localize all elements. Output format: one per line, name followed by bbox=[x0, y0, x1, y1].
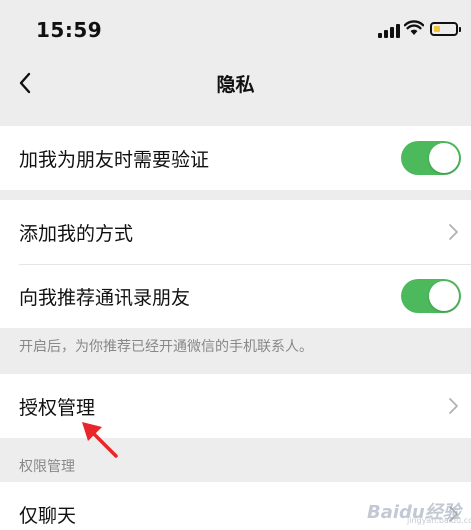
status-time: 15:59 bbox=[36, 18, 103, 42]
setting-row-recommend[interactable]: 向我推荐通讯录朋友 bbox=[0, 264, 471, 328]
settings-group-verify: 加我为朋友时需要验证 bbox=[0, 126, 471, 190]
nav-bar: 隐私 bbox=[0, 58, 471, 110]
signal-icon bbox=[378, 24, 400, 38]
battery-icon bbox=[430, 22, 461, 36]
chevron-right-icon bbox=[449, 224, 458, 240]
chevron-right-icon bbox=[449, 398, 458, 414]
page-title: 隐私 bbox=[216, 74, 255, 96]
toggle-knob bbox=[429, 143, 459, 173]
setting-row-auth[interactable]: 授权管理 bbox=[0, 374, 471, 438]
status-bar: 15:59 bbox=[0, 0, 471, 58]
toggle-knob bbox=[429, 281, 459, 311]
verify-toggle[interactable] bbox=[401, 141, 461, 175]
privacy-settings-screen: 15:59 隐私 加我为朋友时需要验证 添加我的方式 向我推荐通讯录朋友 开启后… bbox=[0, 0, 471, 530]
setting-label-auth: 授权管理 bbox=[19, 396, 96, 419]
wifi-icon bbox=[404, 20, 424, 35]
setting-row-verify[interactable]: 加我为朋友时需要验证 bbox=[0, 126, 471, 190]
settings-group-auth: 授权管理 bbox=[0, 374, 471, 438]
permission-section-header: 权限管理 bbox=[19, 459, 75, 475]
setting-label-add-method: 添加我的方式 bbox=[19, 222, 134, 245]
recommend-note: 开启后，为你推荐已经开通微信的手机联系人。 bbox=[19, 339, 313, 355]
watermark-sub: jingyan.baidu.com bbox=[407, 516, 471, 525]
annotation-arrow-icon bbox=[82, 422, 118, 458]
recommend-toggle[interactable] bbox=[401, 279, 461, 313]
battery-level bbox=[434, 26, 440, 32]
setting-row-add-method[interactable]: 添加我的方式 bbox=[0, 200, 471, 264]
settings-group-contacts: 添加我的方式 向我推荐通讯录朋友 bbox=[0, 200, 471, 328]
baidu-watermark: Baidu经验 jingyan.baidu.com bbox=[367, 498, 471, 525]
